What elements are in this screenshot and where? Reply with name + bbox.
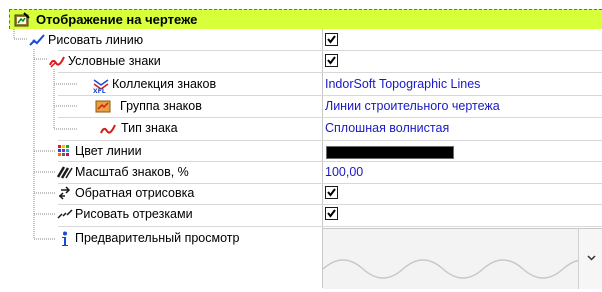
svg-text:XFL: XFL [93, 88, 106, 93]
property-row-symbol-type[interactable]: Тип знака Сплошная волнистая [0, 118, 602, 138]
property-row-symbols[interactable]: Условные знаки [0, 51, 602, 71]
property-row-reverse[interactable]: Обратная отрисовка [0, 183, 602, 203]
line-color-swatch[interactable] [326, 146, 454, 159]
property-label: Цвет линии [75, 144, 142, 158]
symbols-icon [49, 54, 65, 68]
row-separator [58, 72, 602, 73]
property-label: Условные знаки [68, 54, 161, 68]
property-row-scale[interactable]: Масштаб знаков, % 100,00 [0, 162, 602, 182]
property-label: Обратная отрисовка [75, 186, 195, 200]
property-row-collection[interactable]: XFL Коллекция знаков IndorSoft Topograph… [0, 74, 602, 95]
property-label: Коллекция знаков [112, 77, 217, 91]
row-separator [58, 226, 602, 227]
collection-value[interactable]: IndorSoft Topographic Lines [325, 77, 480, 91]
section-title: Отображение на чертеже [36, 12, 198, 27]
preview-dropdown-button[interactable] [578, 228, 602, 289]
line-preview [322, 228, 602, 289]
property-row-line-color[interactable]: Цвет линии [0, 141, 602, 161]
property-label: Рисовать отрезками [75, 207, 193, 221]
scale-value[interactable]: 100,00 [325, 165, 363, 179]
group-icon [95, 99, 111, 113]
segments-checkbox[interactable] [325, 207, 338, 220]
property-label: Масштаб знаков, % [75, 165, 189, 179]
property-label: Тип знака [121, 121, 178, 135]
info-icon [60, 231, 76, 246]
property-row-group[interactable]: Группа знаков Линии строительного чертеж… [0, 96, 602, 116]
property-grid: Отображение на чертеже Рисовать линию Ус… [0, 0, 602, 289]
segments-icon [57, 207, 73, 221]
group-value[interactable]: Линии строительного чертежа [325, 99, 500, 113]
property-label: Предварительный просмотр [75, 231, 240, 245]
preview-wavy-line [322, 259, 602, 279]
line-icon [29, 33, 45, 47]
palette-icon [57, 144, 73, 158]
collection-icon: XFL [93, 77, 109, 95]
symbol-type-icon [100, 121, 116, 135]
reverse-checkbox[interactable] [325, 186, 338, 199]
chevron-down-icon [587, 255, 596, 261]
symbols-checkbox[interactable] [325, 54, 338, 67]
symbol-type-value[interactable]: Сплошная волнистая [325, 121, 449, 135]
draw-line-checkbox[interactable] [325, 33, 338, 46]
scale-icon [56, 165, 73, 179]
drawing-settings-icon [14, 12, 30, 27]
property-label: Группа знаков [120, 99, 202, 113]
property-row-draw-line[interactable]: Рисовать линию [0, 30, 602, 50]
property-row-segments[interactable]: Рисовать отрезками [0, 204, 602, 224]
reverse-icon [57, 186, 73, 200]
property-label: Рисовать линию [48, 33, 144, 47]
section-header[interactable]: Отображение на чертеже [9, 9, 602, 29]
